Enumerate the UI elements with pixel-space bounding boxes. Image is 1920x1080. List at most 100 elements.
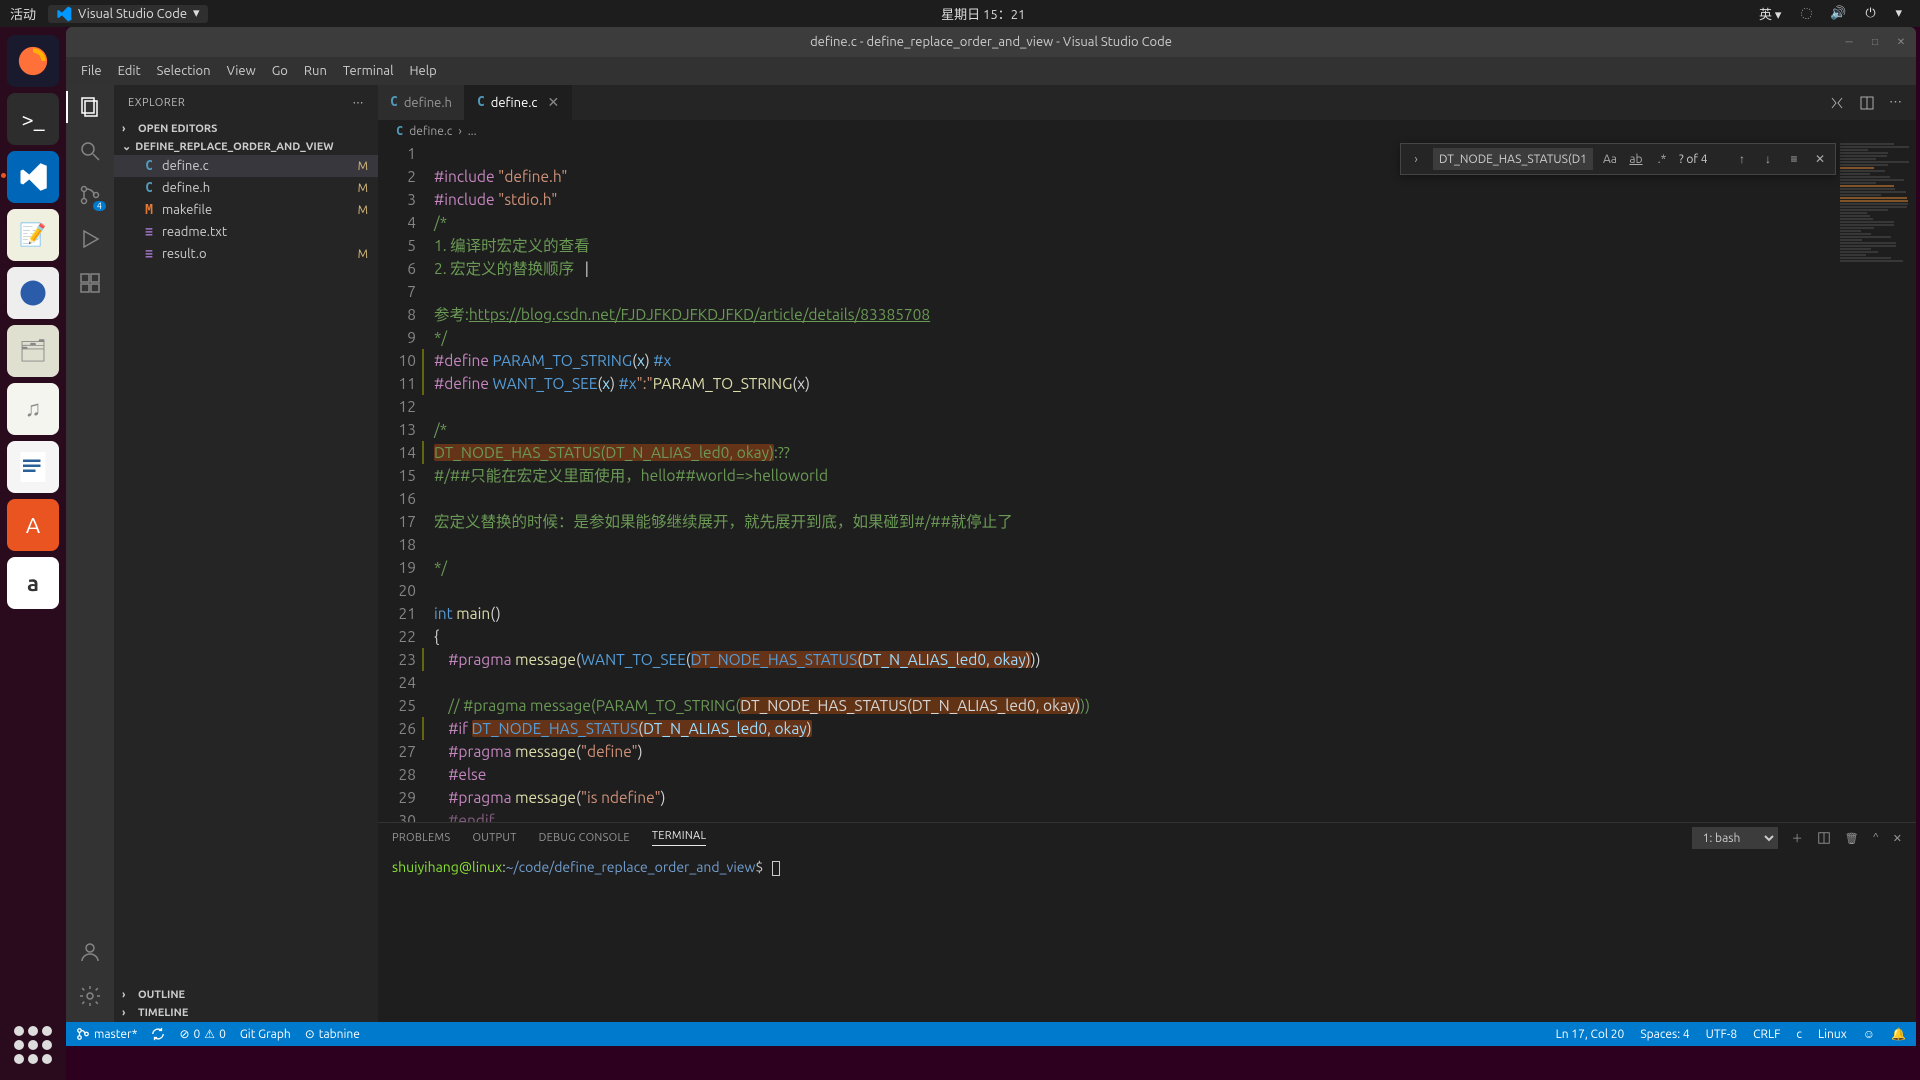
find-prev-icon[interactable]: ↑ — [1733, 152, 1751, 166]
tab-close-icon[interactable]: ✕ — [547, 94, 559, 111]
status-cursor[interactable]: Ln 17, Col 20 — [1556, 1027, 1625, 1041]
status-lang[interactable]: c — [1796, 1027, 1802, 1041]
status-bell-icon[interactable]: 🔔 — [1891, 1027, 1906, 1041]
breadcrumb[interactable]: C define.c › ... — [378, 120, 1916, 142]
outline-section[interactable]: ›OUTLINE — [114, 986, 378, 1004]
code-line-28[interactable]: #else — [434, 763, 1916, 786]
code-line-3[interactable]: #include "stdio.h" — [434, 188, 1916, 211]
find-toggle-replace-icon[interactable]: › — [1407, 153, 1425, 166]
code-line-17[interactable]: 宏定义替换的时候：是参如果能够继续展开，就先展开到底，如果碰到#/##就停止了 — [434, 510, 1916, 533]
code-line-25[interactable]: // #pragma message(PARAM_TO_STRING(DT_NO… — [434, 694, 1916, 717]
status-problems[interactable]: ⊘ 0 ⚠ 0 — [179, 1027, 225, 1041]
activities-button[interactable]: 活动 — [10, 4, 36, 23]
activity-extensions[interactable] — [78, 271, 102, 295]
code-line-30[interactable]: #endif — [434, 809, 1916, 822]
dock-amazon[interactable]: a — [7, 557, 59, 609]
panel-tab-terminal[interactable]: TERMINAL — [652, 830, 707, 846]
code-line-12[interactable] — [434, 395, 1916, 418]
code-line-23[interactable]: #pragma message(WANT_TO_SEE(DT_NODE_HAS_… — [434, 648, 1916, 671]
dock-show-apps[interactable] — [10, 1022, 56, 1068]
code-line-19[interactable]: */ — [434, 556, 1916, 579]
chevron-down-icon[interactable]: ▾ — [1895, 6, 1902, 21]
status-eol[interactable]: CRLF — [1753, 1027, 1780, 1041]
dock-rhythmbox[interactable]: ♫ — [7, 383, 59, 435]
menu-file[interactable]: File — [74, 61, 109, 81]
window-minimize[interactable]: ─ — [1842, 35, 1856, 49]
code-line-14[interactable]: DT_NODE_HAS_STATUS(DT_N_ALIAS_led0, okay… — [434, 441, 1916, 464]
code-line-29[interactable]: #pragma message("is ndefine") — [434, 786, 1916, 809]
activity-scm[interactable]: 4 — [78, 183, 102, 207]
menu-terminal[interactable]: Terminal — [336, 61, 401, 81]
find-close-icon[interactable]: ✕ — [1811, 152, 1829, 166]
file-define-h[interactable]: Cdefine.hM — [114, 177, 378, 199]
panel-tab-debug-console[interactable]: DEBUG CONSOLE — [539, 832, 630, 844]
code-line-24[interactable] — [434, 671, 1916, 694]
code-line-18[interactable] — [434, 533, 1916, 556]
file-define-c[interactable]: Cdefine.cM — [114, 155, 378, 177]
dock-firefox[interactable] — [7, 35, 59, 87]
code-line-27[interactable]: #pragma message("define") — [434, 740, 1916, 763]
compare-changes-icon[interactable] — [1829, 95, 1845, 111]
code-line-5[interactable]: 1. 编译时宏定义的查看 — [434, 234, 1916, 257]
panel-tab-problems[interactable]: PROBLEMS — [392, 832, 450, 844]
ime-indicator[interactable]: 英 ▾ — [1759, 4, 1782, 23]
menu-go[interactable]: Go — [265, 61, 295, 81]
status-git-graph[interactable]: Git Graph — [240, 1028, 291, 1041]
terminal-split-icon[interactable] — [1817, 831, 1831, 845]
tab-define-h[interactable]: Cdefine.h — [378, 85, 465, 120]
split-editor-icon[interactable] — [1859, 95, 1875, 111]
status-tabnine[interactable]: ⊙ tabnine — [305, 1027, 360, 1041]
menu-help[interactable]: Help — [402, 61, 443, 81]
dock-thunderbird[interactable] — [7, 267, 59, 319]
window-close[interactable]: ✕ — [1894, 35, 1908, 49]
dock-libreoffice[interactable] — [7, 441, 59, 493]
activity-explorer[interactable] — [78, 95, 102, 119]
code-editor[interactable]: 1234567891011121314151617181920212223242… — [378, 142, 1916, 822]
volume-icon[interactable]: 🔊 — [1831, 7, 1845, 21]
code-line-13[interactable]: /* — [434, 418, 1916, 441]
editor-more-icon[interactable]: ⋯ — [1889, 95, 1902, 110]
code-line-11[interactable]: #define WANT_TO_SEE(x) #x":"PARAM_TO_STR… — [434, 372, 1916, 395]
find-word-icon[interactable]: ab — [1627, 153, 1645, 166]
menu-edit[interactable]: Edit — [111, 61, 148, 81]
dock-terminal[interactable]: >_ — [7, 93, 59, 145]
code-line-10[interactable]: #define PARAM_TO_STRING(x) #x — [434, 349, 1916, 372]
find-selection-icon[interactable]: ≡ — [1785, 152, 1803, 166]
status-spaces[interactable]: Spaces: 4 — [1640, 1027, 1689, 1041]
file-readme-txt[interactable]: ≡readme.txt — [114, 221, 378, 243]
status-feedback-icon[interactable]: ☺ — [1863, 1027, 1875, 1041]
code-line-6[interactable]: 2. 宏定义的替换顺序 | — [434, 257, 1916, 280]
terminal-shell-select[interactable]: 1: bash — [1692, 827, 1778, 849]
dock-text-editor[interactable]: 📝 — [7, 209, 59, 261]
code-line-8[interactable]: 参考:https://blog.csdn.net/FJDJFKDJFKDJFKD… — [434, 303, 1916, 326]
panel-maximize-icon[interactable]: ^ — [1873, 832, 1879, 844]
find-next-icon[interactable]: ↓ — [1759, 152, 1777, 166]
code-line-26[interactable]: #if DT_NODE_HAS_STATUS(DT_N_ALIAS_led0, … — [434, 717, 1916, 740]
dock-vscode[interactable] — [7, 151, 59, 203]
code-line-9[interactable]: */ — [434, 326, 1916, 349]
code-line-16[interactable] — [434, 487, 1916, 510]
window-maximize[interactable]: □ — [1868, 35, 1882, 49]
topbar-app-indicator[interactable]: Visual Studio Code ▾ — [48, 5, 208, 23]
menu-selection[interactable]: Selection — [150, 61, 218, 81]
panel-tab-output[interactable]: OUTPUT — [472, 832, 516, 844]
activity-settings[interactable] — [78, 984, 102, 1008]
tab-define-c[interactable]: Cdefine.c✕ — [465, 85, 572, 120]
terminal-body[interactable]: shuiyihang@linux:~/code/define_replace_o… — [378, 853, 1916, 1022]
activity-run[interactable] — [78, 227, 102, 251]
find-input[interactable] — [1433, 148, 1593, 170]
menu-view[interactable]: View — [220, 61, 263, 81]
status-sync[interactable] — [151, 1027, 165, 1041]
terminal-new-icon[interactable]: ＋ — [1792, 830, 1803, 846]
find-case-icon[interactable]: Aa — [1601, 153, 1619, 166]
explorer-more-icon[interactable]: ⋯ — [353, 96, 365, 109]
code-line-22[interactable]: { — [434, 625, 1916, 648]
timeline-section[interactable]: ›TIMELINE — [114, 1004, 378, 1022]
code-line-4[interactable]: /* — [434, 211, 1916, 234]
status-branch[interactable]: master* — [76, 1027, 137, 1041]
file-result-o[interactable]: ≡result.oM — [114, 243, 378, 265]
dock-software[interactable]: A — [7, 499, 59, 551]
panel-close-icon[interactable]: ✕ — [1893, 832, 1902, 845]
open-editors-section[interactable]: ›OPEN EDITORS — [114, 120, 378, 138]
accessibility-icon[interactable]: ◌ — [1799, 7, 1813, 21]
